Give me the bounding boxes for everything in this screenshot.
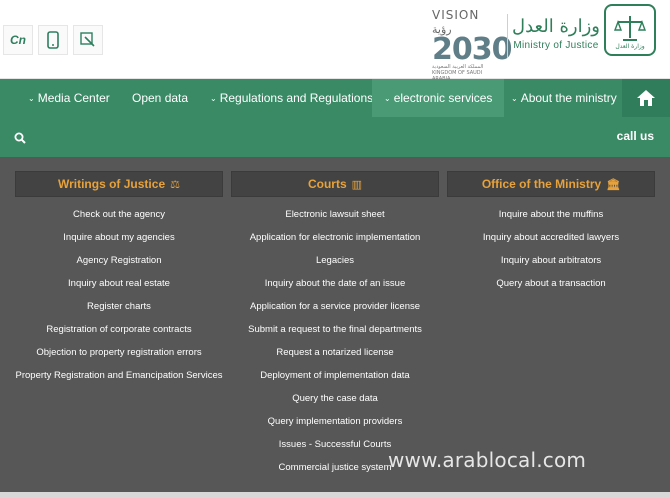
electronic-services-dropdown: Writings of Justice ⚖ Check out the agenc… — [0, 157, 670, 498]
search-icon[interactable] — [14, 131, 26, 149]
menu-link[interactable]: Agency Registration — [15, 249, 223, 272]
nav-label: About the ministry — [520, 91, 617, 105]
menu-link[interactable]: Request a notarized license — [231, 341, 439, 364]
menu-link[interactable]: Register charts — [15, 295, 223, 318]
menu-link[interactable]: Deployment of implementation data — [231, 364, 439, 387]
nav-label: Media Center — [37, 91, 110, 105]
institution-icon: 🏛 — [606, 179, 621, 191]
call-us-link[interactable]: call us — [617, 129, 654, 143]
menu-link[interactable]: Inquire about my agencies — [15, 226, 223, 249]
link-list: Electronic lawsuit sheet Application for… — [231, 203, 439, 479]
column-title: Courts — [307, 177, 347, 191]
ministry-name-arabic: وزارة العدل — [512, 16, 600, 37]
menu-link[interactable]: Inquire about the muffins — [447, 203, 655, 226]
menu-link[interactable]: Query about a transaction — [447, 272, 655, 295]
menu-link[interactable]: Submit a request to the final department… — [231, 318, 439, 341]
chevron-down-icon: ⌄ — [384, 94, 391, 103]
column-header: Office of the Ministry 🏛 — [447, 171, 655, 197]
column-title: Office of the Ministry — [481, 177, 602, 191]
column-header: Writings of Justice ⚖ — [15, 171, 223, 197]
menu-link[interactable]: Query implementation providers — [231, 410, 439, 433]
menu-link[interactable]: Legacies — [231, 249, 439, 272]
emblem-text: وزارة العدل — [615, 43, 644, 50]
watermark: www.arablocal.com — [388, 448, 587, 472]
chevron-down-icon: ⌄ — [511, 94, 518, 103]
menu-link[interactable]: Objection to property registration error… — [15, 341, 223, 364]
menu-link[interactable]: Inquiry about accredited lawyers — [447, 226, 655, 249]
column-office-of-ministry: Office of the Ministry 🏛 Inquire about th… — [447, 171, 655, 295]
chevron-down-icon: ⌄ — [28, 94, 35, 103]
ministry-logo[interactable]: وزارة العدل Ministry of Justice — [512, 14, 600, 58]
building-icon: ▥ — [351, 179, 363, 191]
link-list: Check out the agency Inquire about my ag… — [15, 203, 223, 387]
mobile-icon-svg — [47, 31, 59, 49]
chevron-down-icon: ⌄ — [210, 94, 217, 103]
ministry-emblem: وزارة العدل — [604, 4, 656, 56]
mobile-icon[interactable] — [38, 25, 68, 55]
nav-item-regulations[interactable]: ⌄ Regulations and Regulations — [210, 79, 373, 117]
site-header: Cn VISION رؤية 2030 المملكة العربية السع… — [0, 0, 670, 82]
home-icon — [637, 90, 655, 106]
zoom-icon-svg — [80, 32, 95, 47]
zoom-icon[interactable] — [73, 25, 103, 55]
text-size-glyph: Cn — [10, 33, 26, 47]
home-button[interactable] — [622, 79, 670, 117]
column-title: Writings of Justice — [57, 177, 166, 191]
vision-year: 2030 — [432, 32, 513, 67]
nav-label: Regulations and Regulations — [219, 91, 374, 105]
column-courts: Courts ▥ Electronic lawsuit sheet Applica… — [231, 171, 439, 479]
nav-item-open-data[interactable]: Open data — [132, 79, 188, 117]
menu-link[interactable]: Application for electronic implementatio… — [231, 226, 439, 249]
nav-item-about-ministry[interactable]: ⌄ About the ministry — [511, 79, 617, 117]
scales-icon: ⚖ — [170, 179, 180, 191]
nav-item-electronic-services[interactable]: ⌄ electronic services — [372, 79, 505, 117]
nav-label: Open data — [132, 91, 189, 105]
menu-link[interactable]: Inquiry about the date of an issue — [231, 272, 439, 295]
vision-2030-logo: VISION رؤية 2030 المملكة العربية السعودي… — [432, 8, 513, 82]
menu-link[interactable]: Check out the agency — [15, 203, 223, 226]
menu-link[interactable]: Electronic lawsuit sheet — [231, 203, 439, 226]
ministry-name-english: Ministry of Justice — [513, 40, 599, 51]
header-divider — [507, 14, 508, 58]
link-list: Inquire about the muffins Inquiry about … — [447, 203, 655, 295]
nav-item-media-center[interactable]: ⌄ Media Center — [28, 79, 110, 117]
column-writings-of-justice: Writings of Justice ⚖ Check out the agenc… — [15, 171, 223, 387]
menu-link[interactable]: Registration of corporate contracts — [15, 318, 223, 341]
menu-link[interactable]: Inquiry about arbitrators — [447, 249, 655, 272]
text-size-icon[interactable]: Cn — [3, 25, 33, 55]
vision-label: VISION — [432, 8, 480, 22]
scales-emblem-icon: وزارة العدل — [613, 16, 647, 50]
bottom-strip — [0, 492, 670, 498]
menu-link[interactable]: Query the case data — [231, 387, 439, 410]
menu-link[interactable]: Application for a service provider licen… — [231, 295, 439, 318]
search-icon-svg — [14, 132, 26, 144]
menu-link[interactable]: Property Registration and Emancipation S… — [15, 364, 223, 387]
column-header: Courts ▥ — [231, 171, 439, 197]
menu-link[interactable]: Inquiry about real estate — [15, 272, 223, 295]
nav-label: electronic services — [393, 91, 493, 105]
main-navigation: ⌄ Media Center Open data ⌄ Regulations and… — [0, 79, 670, 157]
